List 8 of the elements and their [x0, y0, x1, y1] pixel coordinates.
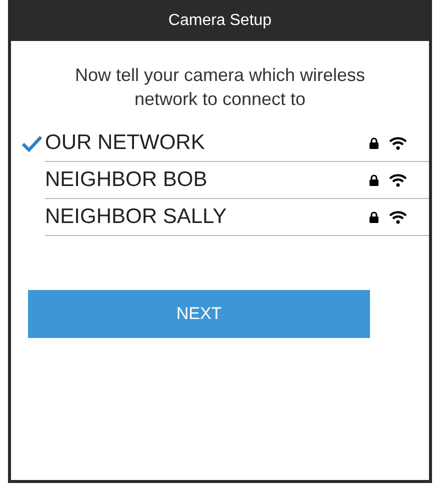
network-item[interactable]: NEIGHBOR SALLY [45, 199, 429, 236]
wifi-icon [389, 136, 407, 150]
wifi-icon [389, 174, 407, 186]
instructions: Now tell your camera which wireless network to connect to [74, 64, 366, 111]
network-item[interactable]: OUR NETWORK [45, 125, 429, 162]
network-item[interactable]: NEIGHBOR BOB [45, 162, 429, 199]
window-title: Camera Setup [168, 12, 272, 30]
wifi-icon [389, 210, 407, 224]
